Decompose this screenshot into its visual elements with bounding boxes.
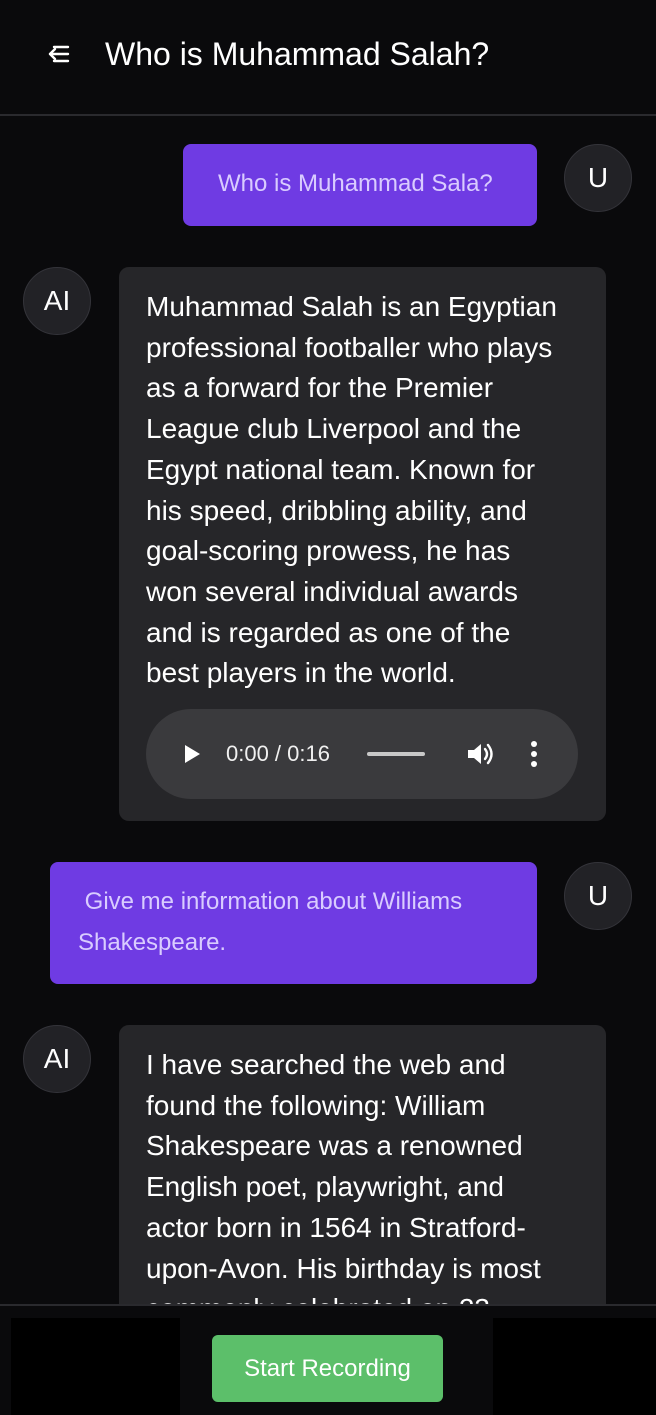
message-line: as a forward for the Premier [146,372,494,404]
message-line: best players in the world. [146,657,456,689]
message-line: won several individual awards [146,575,518,607]
message-line: Muhammad Salah is an Egyptian [146,291,557,322]
message-line: goal-scoring prowess, he has [146,535,511,567]
message-line: Shakespeare. [78,929,227,956]
user-avatar: U [564,862,632,930]
message-line: upon-Avon. His birthday is most [146,1252,541,1284]
volume-icon[interactable] [466,741,494,767]
message-line: Shakespeare was a renowned [146,1130,523,1162]
message-list[interactable]: Who is Muhammad Sala? U AI Muhammad Sala… [0,118,656,1304]
collapse-menu-button[interactable] [44,40,72,68]
avatar-label: AI [43,285,71,316]
message-line: Egypt national team. Known for [146,453,536,485]
user-avatar: U [564,144,632,212]
avatar-label: U [587,162,609,193]
left-panel [11,1318,180,1415]
right-panel [493,1318,656,1415]
message-text: I have searched the web and found the fo… [146,1045,580,1304]
message-line: his speed, dribbling ability, and [146,494,527,526]
message-line: found the following: William [146,1089,486,1121]
avatar-label: U [587,880,609,911]
user-message-bubble: Who is Muhammad Sala? [183,144,537,226]
message-line: English poet, playwright, and [146,1171,504,1203]
message-text: Who is Muhammad Sala? [218,170,493,197]
ai-avatar: AI [23,1025,91,1093]
message-line: Give me information about Williams [78,888,463,915]
more-options-icon[interactable] [528,740,540,768]
recording-bar: Start Recording [0,1304,656,1415]
page-title: Who is Muhammad Salah? [105,36,490,72]
message-text: Give me information about Williams Shake… [78,881,509,963]
audio-progress-slider[interactable] [367,752,425,756]
message-line: professional footballer who plays [146,331,553,363]
avatar-label: AI [43,1043,71,1074]
play-icon[interactable] [182,744,202,764]
message-line: commonly celebrated on 23 [146,1289,580,1304]
chat-app: Who is Muhammad Salah? Who is Muhammad S… [0,0,656,1415]
ai-message-bubble: Muhammad Salah is an Egyptian profession… [119,267,606,821]
ai-avatar: AI [23,267,91,335]
start-recording-button[interactable]: Start Recording [212,1335,443,1402]
message-line: League club Liverpool and the [146,413,522,445]
audio-time: 0:00 / 0:16 [226,741,330,766]
message-line: I have searched the web and [146,1049,506,1080]
collapse-menu-icon [48,45,70,63]
user-message-bubble: Give me information about Williams Shake… [50,862,537,984]
message-line: actor born in 1564 in Stratford- [146,1211,526,1243]
audio-player: 0:00 / 0:16 [146,709,578,799]
ai-message-bubble: I have searched the web and found the fo… [119,1025,606,1304]
header: Who is Muhammad Salah? [0,0,656,116]
message-text: Muhammad Salah is an Egyptian profession… [146,287,580,694]
message-line: and is regarded as one of the [146,616,511,648]
